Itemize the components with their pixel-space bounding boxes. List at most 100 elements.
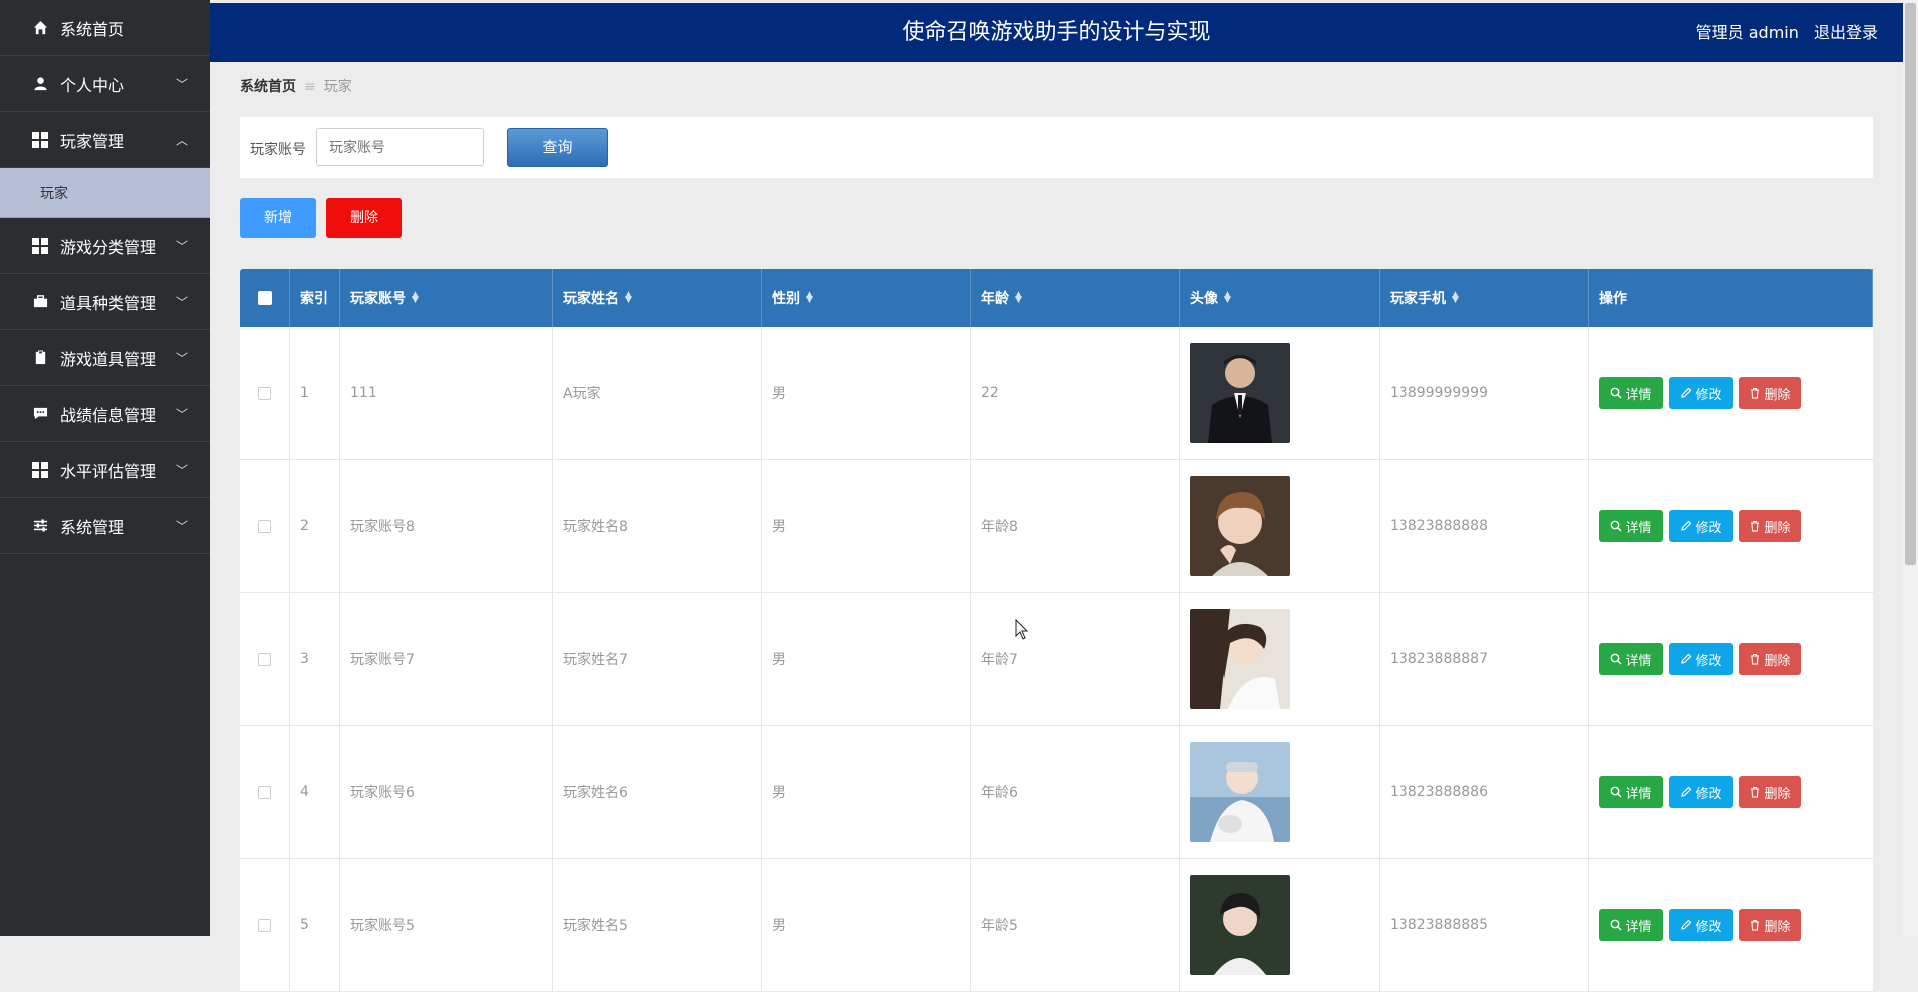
gender-cell: 男: [762, 327, 971, 459]
sidebar-item-game-items[interactable]: 游戏道具管理 ﹀: [0, 330, 210, 386]
breadcrumb-home[interactable]: 系统首页: [240, 79, 296, 95]
add-button[interactable]: 新增: [240, 198, 316, 238]
column-header-sortable[interactable]: 头像 ▲ ▼: [1180, 269, 1380, 327]
phone-cell: 13899999999: [1380, 327, 1589, 459]
column-header-label: 索引: [300, 291, 328, 307]
trash-icon: [1751, 920, 1760, 931]
detail-label: 详情: [1625, 520, 1652, 536]
player-account-search-input[interactable]: [316, 128, 484, 166]
table-row: 5 玩家账号5 玩家姓名5 男 年龄5 13823888885 详情 修改 删除: [240, 859, 1873, 992]
gender-cell: 男: [762, 460, 971, 592]
avatar[interactable]: [1190, 742, 1290, 842]
avatar[interactable]: [1190, 609, 1290, 709]
avatar[interactable]: [1190, 875, 1290, 975]
edit-button[interactable]: 修改: [1669, 643, 1733, 675]
age-cell: 年龄5: [971, 859, 1180, 991]
account-cell: 玩家账号5: [340, 859, 553, 991]
sidebar-item-system-management[interactable]: 系统管理 ﹀: [0, 498, 210, 554]
delete-button[interactable]: 删除: [1739, 643, 1801, 675]
select-all-checkbox[interactable]: [257, 291, 272, 305]
sidebar-item-label: 道具种类管理: [60, 293, 157, 313]
avatar[interactable]: [1190, 343, 1290, 443]
avatar[interactable]: [1190, 476, 1290, 576]
detail-button[interactable]: 详情: [1599, 377, 1663, 409]
edit-button[interactable]: 修改: [1669, 776, 1733, 808]
sidebar-item-game-category[interactable]: 游戏分类管理 ﹀: [0, 218, 210, 274]
delete-button[interactable]: 删除: [1739, 776, 1801, 808]
detail-button[interactable]: 详情: [1599, 510, 1663, 542]
mouse-cursor-icon: [1015, 619, 1029, 640]
edit-button[interactable]: 修改: [1669, 909, 1733, 941]
actions-cell: 详情 修改 删除: [1589, 460, 1873, 592]
sort-icon: ▲ ▼: [806, 290, 813, 305]
delete-button[interactable]: 删除: [1739, 377, 1801, 409]
avatar-cell: [1180, 859, 1380, 991]
age-cell: 22: [971, 327, 1180, 459]
row-select-cell: [240, 460, 290, 592]
sidebar-item-home[interactable]: 系统首页: [0, 0, 210, 56]
row-checkbox[interactable]: [258, 785, 271, 799]
index-cell: 4: [290, 726, 340, 858]
grid-icon: [32, 461, 48, 478]
index-cell: 5: [290, 859, 340, 991]
edit-button[interactable]: 修改: [1669, 510, 1733, 542]
sidebar-item-label: 个人中心: [60, 75, 125, 95]
column-header-sortable[interactable]: 性别 ▲ ▼: [762, 269, 971, 327]
chevron-down-icon: ﹀: [175, 239, 188, 253]
column-header: 操作: [1589, 269, 1873, 327]
row-checkbox[interactable]: [258, 918, 271, 932]
player-table: 索引 玩家账号 ▲ ▼ 玩家姓名 ▲ ▼ 性别 ▲ ▼ 年龄 ▲ ▼ 头像 ▲ ▼ 玩家手机 ▲ ▼ 操…: [240, 269, 1873, 992]
briefcase-icon: [32, 294, 48, 310]
sidebar-item-personal-center[interactable]: 个人中心 ﹀: [0, 56, 210, 112]
account-cell: 玩家账号6: [340, 726, 553, 858]
index-cell: 1: [290, 327, 340, 459]
detail-button[interactable]: 详情: [1599, 776, 1663, 808]
table-row: 2 玩家账号8 玩家姓名8 男 年龄8 13823888888 详情 修改 删除: [240, 460, 1873, 593]
detail-label: 详情: [1625, 786, 1652, 802]
sidebar-item-level-evaluation[interactable]: 水平评估管理 ﹀: [0, 442, 210, 498]
detail-button[interactable]: 详情: [1599, 643, 1663, 675]
column-header-sortable[interactable]: 玩家姓名 ▲ ▼: [553, 269, 762, 327]
column-header-label: 操作: [1599, 291, 1627, 307]
row-checkbox[interactable]: [258, 386, 271, 400]
detail-button[interactable]: 详情: [1599, 909, 1663, 941]
column-header-sortable[interactable]: 玩家账号 ▲ ▼: [340, 269, 553, 327]
logout-link[interactable]: 退出登录: [1814, 23, 1878, 42]
edit-label: 修改: [1695, 786, 1722, 802]
gender-cell: 男: [762, 726, 971, 858]
sidebar-item-records[interactable]: 战绩信息管理 ﹀: [0, 386, 210, 442]
row-checkbox[interactable]: [258, 519, 271, 533]
age-cell: 年龄8: [971, 460, 1180, 592]
index-cell: 3: [290, 593, 340, 725]
sidebar-item-item-type[interactable]: 道具种类管理 ﹀: [0, 274, 210, 330]
batch-delete-button[interactable]: 删除: [326, 198, 402, 238]
name-cell: 玩家姓名7: [553, 593, 762, 725]
sidebar-item-label: 游戏分类管理: [60, 237, 157, 257]
page-scrollbar[interactable]: [1903, 0, 1918, 936]
delete-button[interactable]: 删除: [1739, 510, 1801, 542]
edit-label: 修改: [1695, 653, 1722, 669]
column-header-sortable[interactable]: 年龄 ▲ ▼: [971, 269, 1180, 327]
top-header: 使命召唤游戏助手的设计与实现 管理员 admin 退出登录: [210, 3, 1903, 62]
sliders-icon: [32, 518, 48, 534]
sidebar-item-label: 玩家管理: [60, 131, 125, 151]
edit-button[interactable]: 修改: [1669, 377, 1733, 409]
account-cell: 111: [340, 327, 553, 459]
pencil-icon: [1681, 520, 1692, 531]
name-cell: 玩家姓名6: [553, 726, 762, 858]
name-cell: 玩家姓名8: [553, 460, 762, 592]
pencil-icon: [1681, 387, 1692, 398]
detail-label: 详情: [1625, 653, 1652, 669]
search-button[interactable]: 查询: [507, 128, 608, 167]
user-label: 管理员 admin: [1695, 23, 1799, 42]
delete-label: 删除: [1764, 520, 1791, 536]
column-header-sortable[interactable]: 玩家手机 ▲ ▼: [1380, 269, 1589, 327]
column-header-label: 年龄: [981, 291, 1009, 307]
table-row: 1 111 A玩家 男 22 13899999999 详情 修改 删除: [240, 327, 1873, 460]
scrollbar-thumb[interactable]: [1905, 3, 1916, 565]
chevron-down-icon: ﹀: [175, 295, 188, 309]
sidebar-item-player-management[interactable]: 玩家管理 ︿: [0, 112, 210, 168]
sidebar-subitem-player[interactable]: 玩家: [0, 168, 210, 218]
delete-button[interactable]: 删除: [1739, 909, 1801, 941]
row-checkbox[interactable]: [258, 652, 271, 666]
